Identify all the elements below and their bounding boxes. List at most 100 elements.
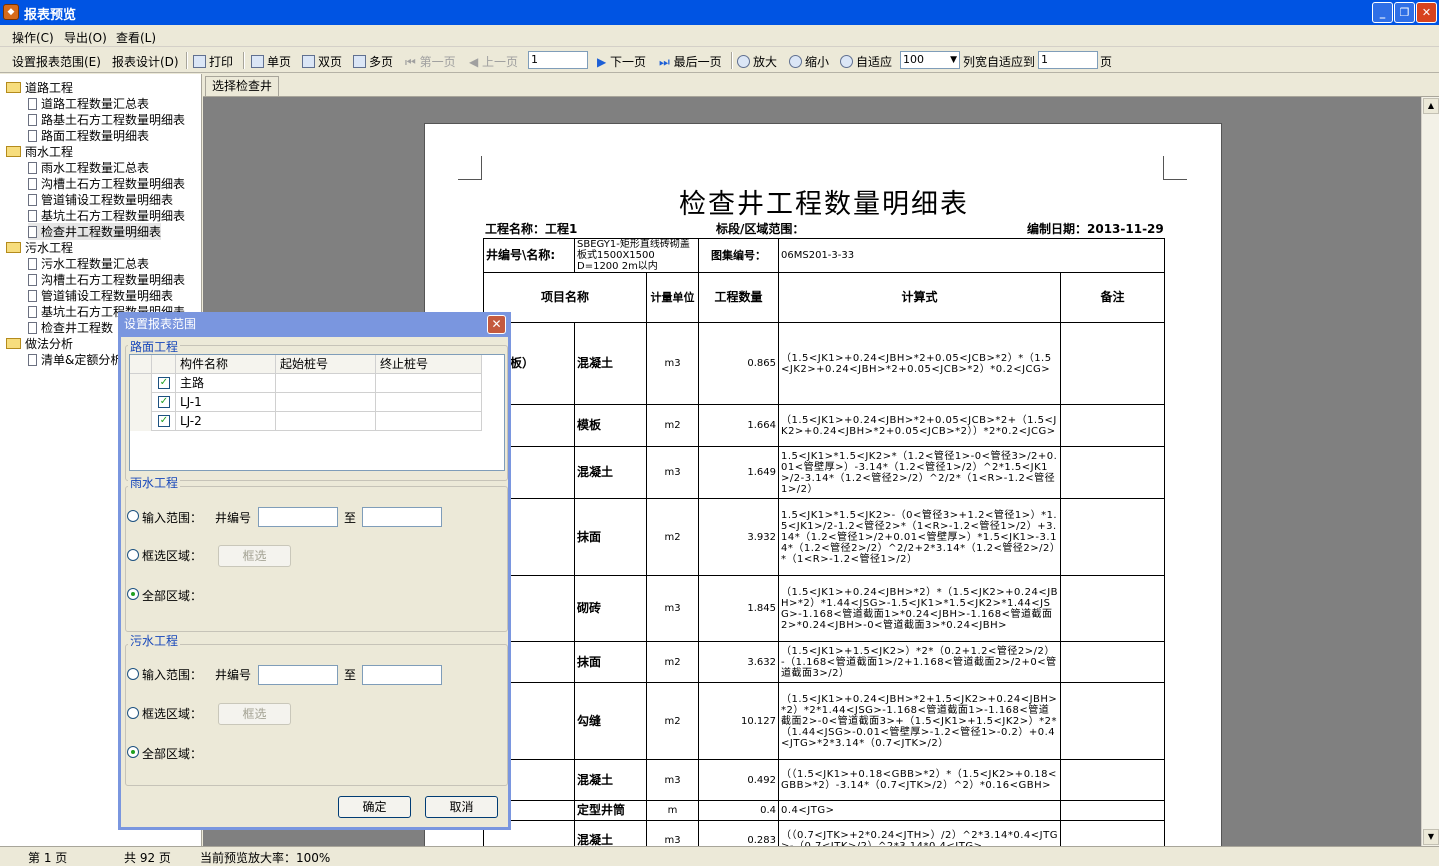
row-check-cell[interactable]: ✓ bbox=[152, 374, 176, 393]
scroll-up-icon[interactable]: ▲ bbox=[1423, 98, 1439, 114]
table-row: 抹面 m2 3.932 1.5<JK1>*1.5<JK2>-（0<管径3>+1.2<管… bbox=[483, 498, 1166, 576]
row-remark bbox=[1060, 575, 1166, 642]
set-range-button[interactable]: 设置报表范围(E) bbox=[12, 53, 101, 70]
document-icon bbox=[28, 178, 37, 190]
rain-group-label: 雨水工程 bbox=[128, 474, 181, 491]
ok-button[interactable]: 确定 bbox=[338, 796, 411, 818]
checkbox[interactable]: ✓ bbox=[158, 377, 170, 389]
tree-item[interactable]: 管道铺设工程数量明细表 bbox=[28, 287, 173, 304]
header-quantity: 工程数量 bbox=[698, 272, 780, 323]
document-icon bbox=[28, 322, 37, 334]
grid-cell-name: LJ-1 bbox=[176, 393, 276, 412]
tree-item[interactable]: 路基土石方工程数量明细表 bbox=[28, 111, 185, 128]
vertical-scrollbar[interactable]: ▲ ▼ bbox=[1421, 97, 1439, 846]
fit-button[interactable]: 自适应 bbox=[840, 53, 892, 70]
tree-folder[interactable]: 污水工程 bbox=[6, 239, 73, 256]
first-page-button[interactable]: ⏮ 第一页 bbox=[405, 53, 456, 70]
row-unit: m2 bbox=[645, 404, 700, 447]
row-check-cell[interactable]: ✓ bbox=[152, 393, 176, 412]
column-fit-input[interactable]: 1 bbox=[1038, 51, 1098, 69]
rain-input-range-radio[interactable] bbox=[127, 510, 139, 522]
zoom-select[interactable]: 100 ▼ bbox=[900, 51, 960, 69]
single-page-button[interactable]: 单页 bbox=[251, 53, 291, 70]
tree-item[interactable]: 基坑土石方工程数量明细表 bbox=[28, 207, 185, 224]
tree-item[interactable]: 路面工程数量明细表 bbox=[28, 127, 149, 144]
grid-cell-end[interactable] bbox=[376, 412, 482, 431]
tree-item[interactable]: 检查井工程数量明细表 bbox=[28, 223, 162, 240]
cancel-button[interactable]: 取消 bbox=[425, 796, 498, 818]
page-unit-label: 页 bbox=[1100, 55, 1113, 69]
tree-item-label: 道路工程数量汇总表 bbox=[41, 97, 150, 111]
menu-bar: 操作(C) 导出(O) 查看(L) bbox=[0, 25, 1439, 47]
sewage-all-area-radio[interactable] bbox=[127, 746, 139, 758]
next-page-button[interactable]: ▶ 下一页 bbox=[597, 53, 646, 70]
report-design-button[interactable]: 报表设计(D) bbox=[112, 53, 179, 70]
grid-cell-start[interactable] bbox=[276, 393, 376, 412]
page-number-input[interactable]: 1 bbox=[528, 51, 588, 69]
minimize-button[interactable]: _ bbox=[1372, 2, 1393, 23]
rain-well-start-input[interactable] bbox=[258, 507, 338, 527]
tree-item[interactable]: 清单&定额分析 bbox=[28, 351, 122, 368]
zoom-in-button[interactable]: 放大 bbox=[737, 53, 777, 70]
grid-cell-start[interactable] bbox=[276, 412, 376, 431]
last-page-icon: ⏭ bbox=[659, 55, 674, 69]
prev-page-button[interactable]: ◀ 上一页 bbox=[469, 53, 518, 70]
set-range-dialog: 设置报表范围 ✕ 路面工程 构件名称 起始桩号 终止桩号 ✓ 主路 ✓ LJ-1 ✓ LJ… bbox=[118, 312, 511, 830]
tree-folder[interactable]: 雨水工程 bbox=[6, 143, 73, 160]
grid-cell-end[interactable] bbox=[376, 393, 482, 412]
row-item: 混凝土 bbox=[574, 820, 647, 846]
grid-row[interactable]: ✓ LJ-2 bbox=[130, 412, 482, 431]
tab-select-well[interactable]: 选择检查井 bbox=[205, 76, 280, 96]
menu-operate[interactable]: 操作(C) bbox=[12, 29, 54, 46]
menu-export[interactable]: 导出(O) bbox=[64, 29, 107, 46]
zoom-out-button[interactable]: 缩小 bbox=[789, 53, 829, 70]
sewage-box-select-button[interactable]: 框选 bbox=[218, 703, 291, 725]
well-label: 井编号\名称: bbox=[483, 238, 575, 273]
last-page-button[interactable]: ⏭ 最后一页 bbox=[659, 53, 722, 70]
grid-row[interactable]: ✓ 主路 bbox=[130, 374, 482, 393]
menu-view[interactable]: 查看(L) bbox=[116, 29, 156, 46]
tree-item[interactable]: 沟槽土石方工程数量明细表 bbox=[28, 175, 185, 192]
chevron-down-icon[interactable]: ▼ bbox=[950, 52, 957, 68]
grid-row[interactable]: ✓ LJ-1 bbox=[130, 393, 482, 412]
rain-all-area-radio[interactable] bbox=[127, 588, 139, 600]
grid-cell-start[interactable] bbox=[276, 374, 376, 393]
tree-item[interactable]: 雨水工程数量汇总表 bbox=[28, 159, 149, 176]
sewage-well-start-input[interactable] bbox=[258, 665, 338, 685]
row-check-cell[interactable]: ✓ bbox=[152, 412, 176, 431]
rain-box-select-radio[interactable] bbox=[127, 549, 139, 561]
row-quantity: 0.283 bbox=[698, 820, 780, 846]
sewage-well-end-input[interactable] bbox=[362, 665, 442, 685]
rain-to-label: 至 bbox=[344, 511, 357, 525]
multi-page-button[interactable]: 多页 bbox=[353, 53, 393, 70]
tree-item[interactable]: 道路工程数量汇总表 bbox=[28, 95, 149, 112]
rain-well-end-input[interactable] bbox=[362, 507, 442, 527]
double-page-button[interactable]: 双页 bbox=[302, 53, 342, 70]
tree-folder[interactable]: 道路工程 bbox=[6, 79, 73, 96]
tree-item-label: 基坑土石方工程数量明细表 bbox=[41, 209, 186, 223]
checkbox[interactable]: ✓ bbox=[158, 415, 170, 427]
toolbar-separator bbox=[731, 52, 733, 69]
row-remark bbox=[1060, 641, 1166, 683]
row-item: 混凝土 bbox=[574, 322, 647, 405]
tree-item[interactable]: 污水工程数量汇总表 bbox=[28, 255, 149, 272]
checkbox[interactable]: ✓ bbox=[158, 396, 170, 408]
rain-box-select-button[interactable]: 框选 bbox=[218, 545, 291, 567]
zoom-in-icon bbox=[737, 55, 750, 68]
sewage-box-select-radio[interactable] bbox=[127, 707, 139, 719]
row-unit: m2 bbox=[645, 498, 700, 576]
toolbar: 设置报表范围(E) 报表设计(D) 打印 单页 双页 多页 ⏮ 第一页 ◀ 上一… bbox=[0, 48, 1439, 73]
scroll-down-icon[interactable]: ▼ bbox=[1423, 829, 1439, 845]
tree-item[interactable]: 管道铺设工程数量明细表 bbox=[28, 191, 173, 208]
toolbar-separator bbox=[186, 52, 188, 69]
grid-cell-end[interactable] bbox=[376, 374, 482, 393]
restore-button[interactable]: ❐ bbox=[1394, 2, 1415, 23]
print-button[interactable]: 打印 bbox=[193, 53, 233, 70]
tree-item[interactable]: 检查井工程数 bbox=[28, 319, 113, 336]
double-page-icon bbox=[302, 55, 315, 68]
sewage-input-range-radio[interactable] bbox=[127, 668, 139, 680]
close-button[interactable]: ✕ bbox=[1416, 2, 1437, 23]
dialog-close-button[interactable]: ✕ bbox=[487, 315, 506, 334]
tree-folder[interactable]: 做法分析 bbox=[6, 335, 73, 352]
tree-item[interactable]: 沟槽土石方工程数量明细表 bbox=[28, 271, 185, 288]
